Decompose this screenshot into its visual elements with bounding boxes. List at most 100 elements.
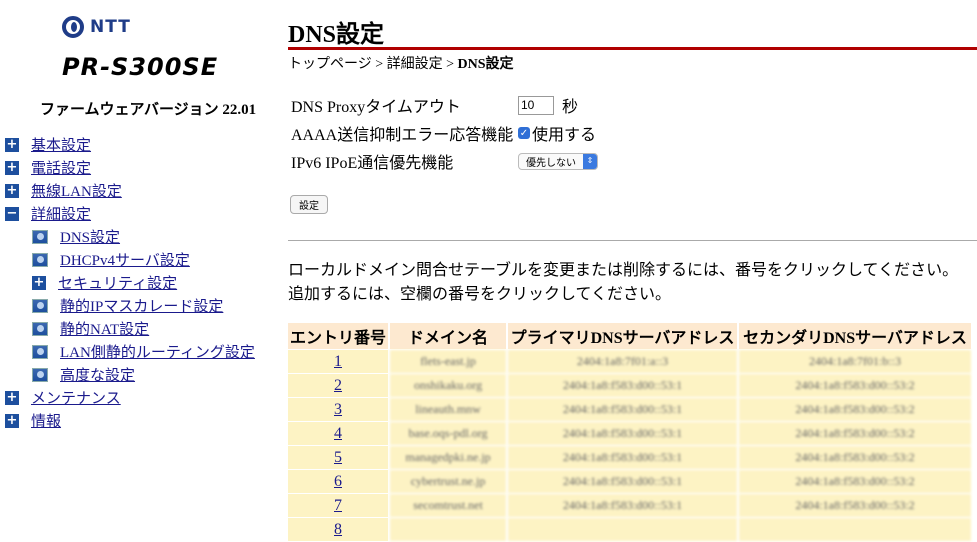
- cell-primary-dns: 2404:1a8:f583:d00::53:1: [508, 374, 738, 397]
- breadcrumb-parent: 詳細設定: [386, 57, 443, 72]
- page-bullet-icon[interactable]: [32, 298, 48, 313]
- table-row: 2 onshikaku.org 2404:1a8:f583:d00::53:1 240…: [288, 374, 972, 397]
- title-divider: [288, 47, 977, 50]
- sidebar-item[interactable]: DHCPv4サーバ設定: [0, 248, 270, 271]
- ipv6-selected-value: 優先しない: [526, 157, 576, 169]
- aaaa-checkbox[interactable]: ✓: [518, 127, 530, 139]
- table-row: 8: [288, 518, 972, 541]
- cell-primary-dns: 2404:1a8:7f01:a::3: [508, 350, 738, 373]
- sidebar-item[interactable]: + 無線LAN設定: [0, 179, 270, 202]
- brand-name: NTT: [90, 17, 131, 37]
- sidebar-menu: + 基本設定 + 電話設定 + 無線LAN設定 − 詳細設定 DNS設定 DHCPv4サーバ設定 +…: [0, 133, 270, 432]
- sidebar-item[interactable]: 高度な設定: [0, 363, 270, 386]
- entry-number-link[interactable]: 4: [334, 425, 342, 442]
- sidebar-item[interactable]: 静的NAT設定: [0, 317, 270, 340]
- sidebar-item-link[interactable]: 基本設定: [31, 134, 91, 155]
- cell-domain: base.oqs-pdl.org: [390, 422, 507, 445]
- cell-secondary-dns: 2404:1a8:f583:d00::53:2: [739, 374, 972, 397]
- page-title: DNS設定: [288, 22, 385, 48]
- sidebar-item[interactable]: + 基本設定: [0, 133, 270, 156]
- entry-number-link[interactable]: 8: [334, 521, 342, 538]
- breadcrumb-sep: >: [442, 57, 458, 72]
- cell-entry-number[interactable]: 8: [288, 518, 389, 541]
- entry-number-link[interactable]: 2: [334, 377, 342, 394]
- cell-secondary-dns: 2404:1a8:f583:d00::53:2: [739, 422, 972, 445]
- breadcrumb-home: トップページ: [288, 57, 372, 72]
- cell-domain: cybertrust.ne.jp: [390, 470, 507, 493]
- minus-icon[interactable]: −: [5, 206, 19, 221]
- entry-number-link[interactable]: 3: [334, 401, 342, 418]
- sidebar-item[interactable]: + 電話設定: [0, 156, 270, 179]
- table-row: 3 lineauth.mnw 2404:1a8:f583:d00::53:1 2404…: [288, 398, 972, 421]
- page-bullet-icon[interactable]: [32, 321, 48, 336]
- sidebar-item-link[interactable]: 情報: [31, 410, 61, 431]
- sidebar-item[interactable]: 静的IPマスカレード設定: [0, 294, 270, 317]
- cell-entry-number[interactable]: 3: [288, 398, 389, 421]
- sidebar-item[interactable]: + 情報: [0, 409, 270, 432]
- plus-icon[interactable]: +: [5, 160, 19, 175]
- sidebar-item[interactable]: − 詳細設定: [0, 202, 270, 225]
- sidebar-item-link[interactable]: DHCPv4サーバ設定: [60, 249, 190, 270]
- aaaa-checkbox-label: 使用する: [532, 127, 597, 144]
- plus-icon[interactable]: +: [5, 390, 19, 405]
- sidebar-item-link[interactable]: 静的IPマスカレード設定: [60, 295, 223, 316]
- cell-entry-number[interactable]: 5: [288, 446, 389, 469]
- submit-button[interactable]: 設定: [290, 195, 328, 214]
- proxy-timeout-input[interactable]: [518, 95, 554, 115]
- ipv6-label: IPv6 IPoE通信優先機能: [291, 155, 454, 172]
- sidebar-item[interactable]: + メンテナンス: [0, 386, 270, 409]
- entry-number-link[interactable]: 1: [334, 353, 342, 370]
- cell-entry-number[interactable]: 6: [288, 470, 389, 493]
- sidebar-item[interactable]: DNS設定: [0, 225, 270, 248]
- table-row: 5 managedpki.ne.jp 2404:1a8:f583:d00::53:1…: [288, 446, 972, 469]
- plus-icon[interactable]: +: [5, 183, 19, 198]
- sidebar-item-link[interactable]: 電話設定: [31, 157, 91, 178]
- plus-icon[interactable]: +: [32, 275, 46, 290]
- entry-number-link[interactable]: 5: [334, 449, 342, 466]
- ipv6-priority-select[interactable]: 優先しない ⇕: [518, 152, 598, 170]
- plus-icon[interactable]: +: [5, 137, 19, 152]
- plus-icon[interactable]: +: [5, 413, 19, 428]
- cell-domain: [390, 518, 507, 541]
- cell-secondary-dns: 2404:1a8:7f01:b::3: [739, 350, 972, 373]
- cell-domain: flets-east.jp: [390, 350, 507, 373]
- sidebar-item-link[interactable]: 高度な設定: [60, 364, 135, 385]
- cell-domain: onshikaku.org: [390, 374, 507, 397]
- cell-entry-number[interactable]: 2: [288, 374, 389, 397]
- cell-entry-number[interactable]: 7: [288, 494, 389, 517]
- description-line-2: 追加するには、空欄の番号をクリックしてください。: [288, 286, 672, 303]
- sidebar-item-link[interactable]: 無線LAN設定: [31, 180, 122, 201]
- sidebar-item[interactable]: LAN側静的ルーティング設定: [0, 340, 270, 363]
- entry-number-link[interactable]: 7: [334, 497, 342, 514]
- cell-primary-dns: [508, 518, 738, 541]
- cell-secondary-dns: [739, 518, 972, 541]
- sidebar-item[interactable]: + セキュリティ設定: [0, 271, 270, 294]
- page-bullet-icon[interactable]: [32, 367, 48, 382]
- sidebar-item-link[interactable]: メンテナンス: [31, 387, 121, 408]
- sidebar-item-link[interactable]: 詳細設定: [31, 203, 91, 224]
- page-bullet-icon[interactable]: [32, 344, 48, 359]
- page-bullet-icon[interactable]: [32, 252, 48, 267]
- proxy-timeout-unit: 秒: [562, 99, 579, 116]
- page-bullet-icon[interactable]: [32, 229, 48, 244]
- sidebar-item-link[interactable]: 静的NAT設定: [60, 318, 149, 339]
- sidebar-item-link[interactable]: セキュリティ設定: [58, 272, 177, 293]
- sidebar-item-link[interactable]: DNS設定: [60, 226, 120, 247]
- table-row: 4 base.oqs-pdl.org 2404:1a8:f583:d00::53:1…: [288, 422, 972, 445]
- entry-number-link[interactable]: 6: [334, 473, 342, 490]
- cell-secondary-dns: 2404:1a8:f583:d00::53:2: [739, 494, 972, 517]
- sidebar-item-link[interactable]: LAN側静的ルーティング設定: [60, 341, 255, 362]
- header-primary-dns: プライマリDNSサーバアドレス: [508, 323, 738, 349]
- cell-primary-dns: 2404:1a8:f583:d00::53:1: [508, 494, 738, 517]
- cell-entry-number[interactable]: 1: [288, 350, 389, 373]
- cell-entry-number[interactable]: 4: [288, 422, 389, 445]
- ipv6-row: IPv6 IPoE通信優先機能 優先しない ⇕: [291, 147, 598, 175]
- ntt-logo-icon: [62, 16, 84, 38]
- select-arrows-icon: ⇕: [583, 153, 597, 169]
- cell-secondary-dns: 2404:1a8:f583:d00::53:2: [739, 470, 972, 493]
- brand-logo: NTT: [62, 16, 131, 38]
- proxy-timeout-row: DNS Proxyタイムアウト 秒: [291, 91, 598, 119]
- breadcrumb-current: DNS設定: [457, 57, 514, 72]
- header-domain: ドメイン名: [390, 323, 507, 349]
- local-domain-table: エントリ番号 ドメイン名 プライマリDNSサーバアドレス セカンダリDNSサーバ…: [286, 322, 973, 542]
